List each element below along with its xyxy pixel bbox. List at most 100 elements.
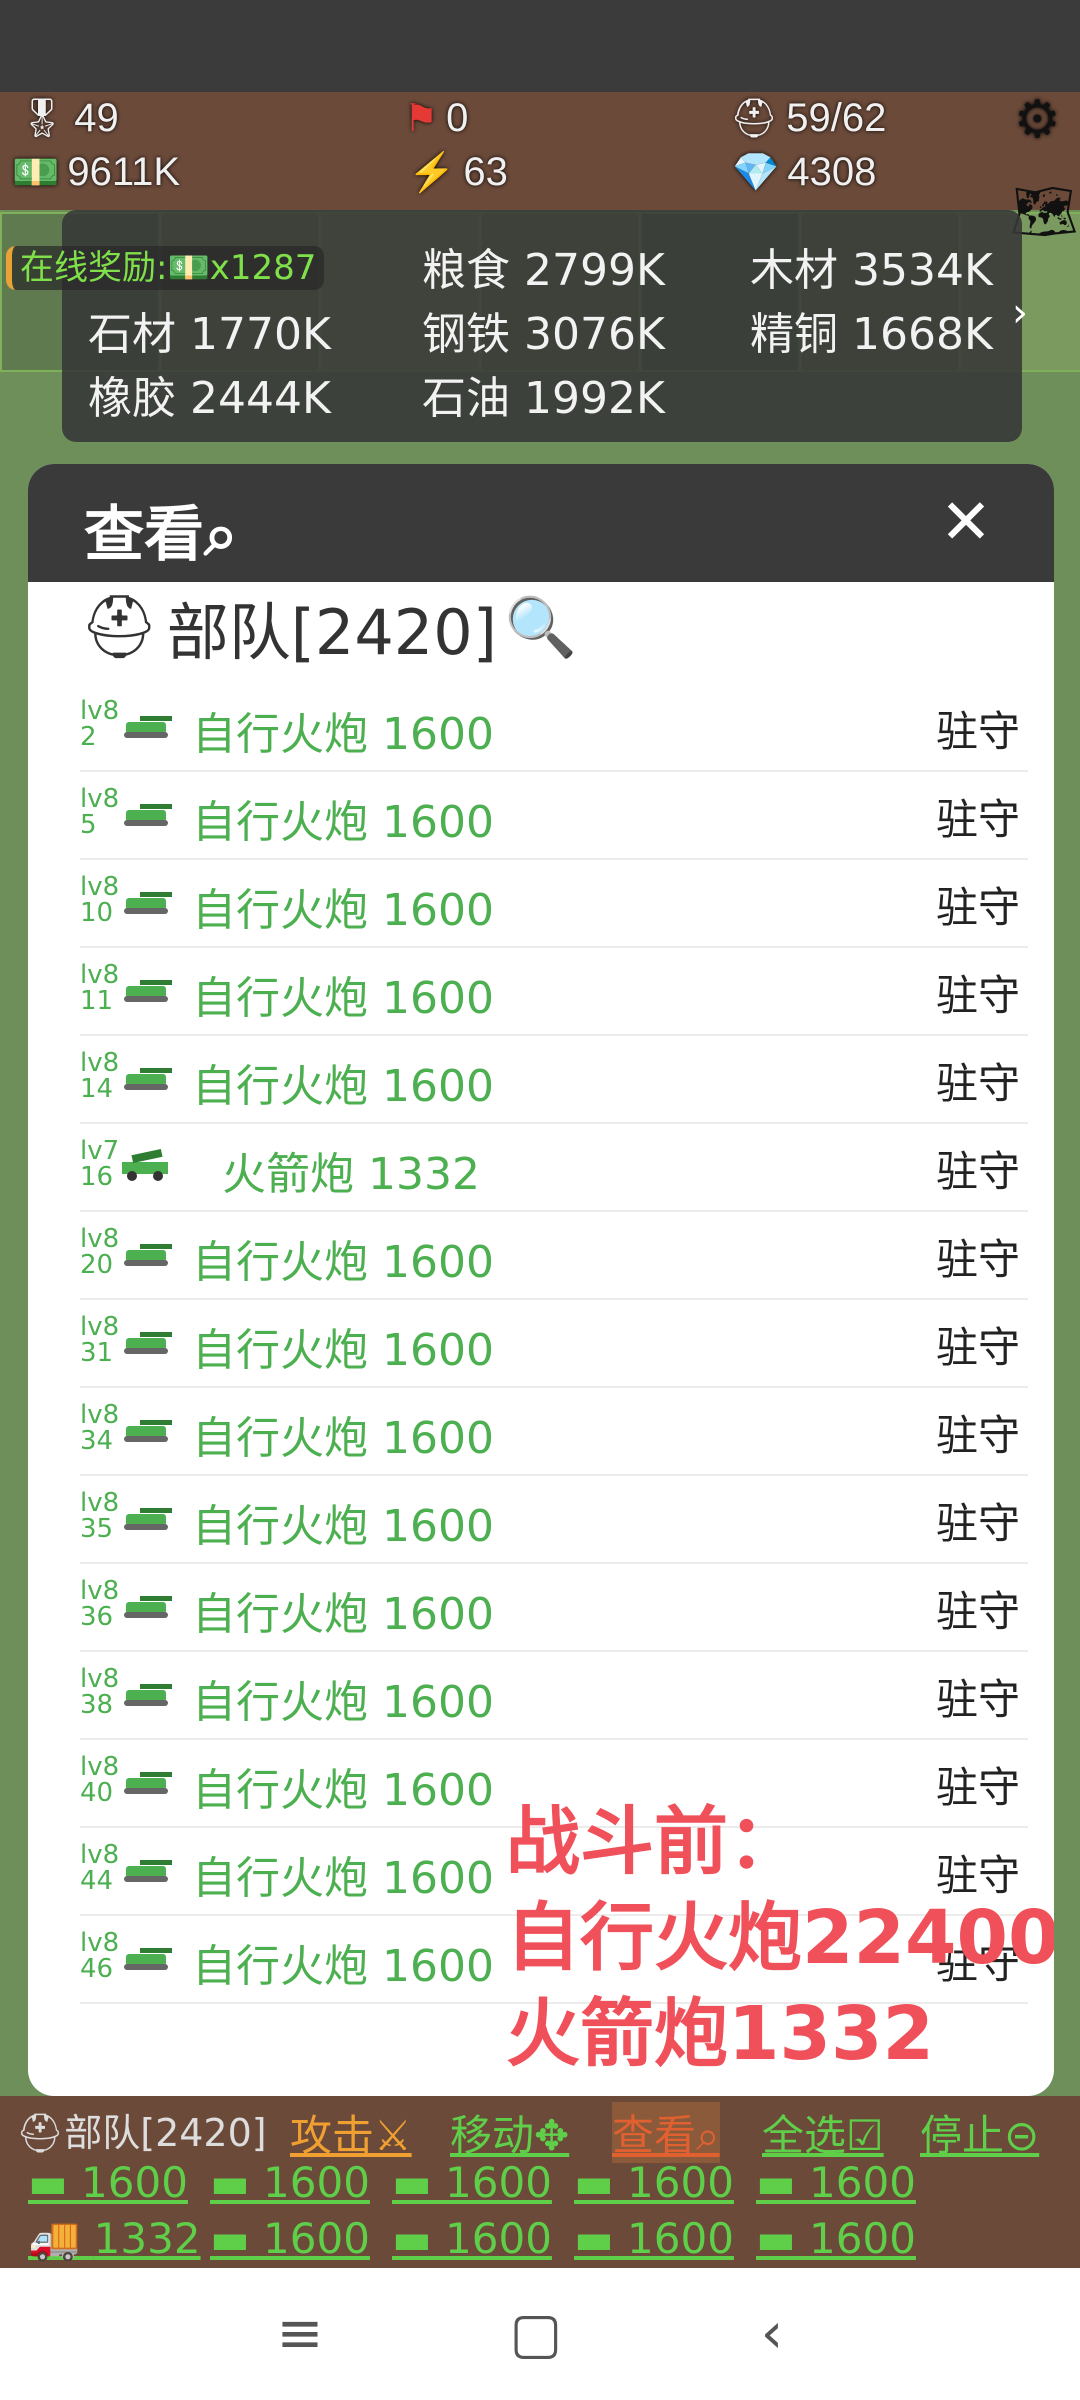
flag-value: 0 — [446, 96, 469, 140]
unit-chip[interactable]: ▬ 1600 — [756, 2158, 916, 2207]
unit-chip[interactable]: ▬ 1600 — [574, 2214, 734, 2263]
unit-name: 自行火炮 1600 — [192, 1853, 494, 1904]
chevron-right-icon[interactable]: › — [1012, 290, 1028, 336]
magnifier-icon[interactable]: 🔍 — [505, 598, 577, 656]
unit-chip-value: 1600 — [445, 2214, 552, 2263]
artillery-icon — [124, 804, 172, 826]
unit-row[interactable]: lv8 38 自行火炮 1600 驻守 — [80, 1652, 1028, 1740]
unit-slot-number: 14 — [80, 1074, 114, 1104]
medal-value: 49 — [74, 96, 119, 140]
unit-row[interactable]: lv7 16 火箭炮 1332 驻守 — [80, 1124, 1028, 1212]
unit-name: 火箭炮 1332 — [222, 1149, 480, 1200]
unit-level: lv8 20 — [80, 1226, 124, 1278]
unit-row[interactable]: lv8 34 自行火炮 1600 驻守 — [80, 1388, 1028, 1476]
unit-slot-number: 44 — [80, 1866, 114, 1896]
artillery-icon — [124, 1772, 172, 1794]
unit-slot-number: 10 — [80, 898, 114, 928]
select-all-button[interactable]: 全选☑ — [762, 2102, 884, 2163]
unit-status: 驻守 — [935, 883, 1020, 932]
unit-level-label: lv8 — [80, 1224, 120, 1254]
cash-value: 9611K — [67, 150, 181, 194]
flag-stat: ⚑ 0 — [404, 96, 468, 141]
unit-slot-number: 35 — [80, 1514, 114, 1544]
unit-chip[interactable]: 🚚 1332 — [28, 2214, 201, 2264]
unit-chip[interactable]: ▬ 1600 — [392, 2158, 552, 2207]
unit-row[interactable]: lv8 35 自行火炮 1600 驻守 — [80, 1476, 1028, 1564]
unit-name: 自行火炮 1600 — [192, 1677, 494, 1728]
home-nav-button[interactable]: ▢ — [498, 2296, 574, 2372]
unit-row[interactable]: lv8 14 自行火炮 1600 驻守 — [80, 1036, 1028, 1124]
artillery-icon — [124, 980, 172, 1002]
unit-chip-value: 1600 — [445, 2158, 552, 2207]
unit-level-label: lv8 — [80, 1400, 120, 1430]
unit-name: 自行火炮 1600 — [192, 1061, 494, 1112]
unit-slot-number: 34 — [80, 1426, 114, 1456]
unit-row[interactable]: lv8 10 自行火炮 1600 驻守 — [80, 860, 1028, 948]
unit-slot-number: 2 — [80, 722, 97, 752]
artillery-icon — [124, 892, 172, 914]
unit-chip-value: 1600 — [263, 2214, 370, 2263]
unit-name: 自行火炮 1600 — [192, 797, 494, 848]
unit-status: 驻守 — [935, 1675, 1020, 1724]
settings-button[interactable]: ⚙ — [1014, 94, 1061, 146]
unit-name: 自行火炮 1600 — [192, 1501, 494, 1552]
unit-level-label: lv8 — [80, 1576, 120, 1606]
unit-chip[interactable]: ▬ 1600 — [756, 2214, 916, 2263]
artillery-icon: ▬ — [392, 2214, 446, 2263]
unit-status: 驻守 — [935, 1499, 1020, 1548]
unit-row[interactable]: lv8 5 自行火炮 1600 驻守 — [80, 772, 1028, 860]
resources-panel: 粮食 2799K 木材 3534K 石材 1770K 钢铁 3076K 精铜 1… — [62, 210, 1028, 442]
attack-button[interactable]: 攻击⚔ — [290, 2102, 412, 2163]
unit-chip[interactable]: ▬ 1600 — [210, 2214, 370, 2263]
unit-chip[interactable]: ▬ 1600 — [392, 2214, 552, 2263]
unit-chip[interactable]: ▬ 1600 — [28, 2158, 188, 2207]
unit-level: lv8 31 — [80, 1314, 124, 1366]
gear-icon[interactable]: ⚙ — [1014, 94, 1061, 146]
unit-level: lv8 14 — [80, 1050, 124, 1102]
unit-row[interactable]: lv8 2 自行火炮 1600 驻守 — [80, 684, 1028, 772]
annotation-line: 火箭炮1332 — [506, 1991, 934, 2077]
unit-row[interactable]: lv8 36 自行火炮 1600 驻守 — [80, 1564, 1028, 1652]
close-button[interactable]: ✕ — [928, 484, 1004, 560]
unit-status: 驻守 — [935, 707, 1020, 756]
stop-button[interactable]: 停止⊝ — [920, 2102, 1039, 2163]
unit-level-label: lv8 — [80, 1752, 120, 1782]
unit-level: lv8 40 — [80, 1754, 124, 1806]
menu-icon[interactable]: ≡ — [277, 2301, 324, 2366]
view-button[interactable]: 查看⌕ — [612, 2102, 720, 2163]
artillery-icon — [124, 1860, 172, 1882]
energy-stat: ⚡ 63 — [408, 150, 508, 195]
system-nav-bar: ≡ ▢ ‹ — [0, 2268, 1080, 2400]
unit-name: 自行火炮 1600 — [192, 1325, 494, 1376]
online-reward-badge[interactable]: 在线奖励:💵x1287 — [6, 246, 325, 290]
unit-chip[interactable]: ▬ 1600 — [574, 2158, 734, 2207]
cash-stat: 💵 9611K — [12, 150, 180, 195]
unit-slot-number: 31 — [80, 1338, 114, 1368]
diamond-value: 4308 — [787, 150, 877, 194]
cash-icon: 💵 — [12, 151, 60, 194]
unit-status: 驻守 — [935, 1147, 1020, 1196]
back-nav-button[interactable]: ‹ — [734, 2296, 810, 2372]
troop-header-label: 部队[2420] — [166, 596, 497, 669]
unit-row[interactable]: lv8 31 自行火炮 1600 驻守 — [80, 1300, 1028, 1388]
artillery-icon — [124, 1420, 172, 1442]
diamond-stat: 💎 4308 — [732, 150, 876, 195]
artillery-icon — [124, 1244, 172, 1266]
unit-chip[interactable]: ▬ 1600 — [210, 2158, 370, 2207]
unit-status: 驻守 — [935, 1059, 1020, 1108]
resource-stone: 石材 1770K — [88, 309, 331, 360]
annotation-line: 战斗前： — [506, 1799, 802, 1885]
unit-row[interactable]: lv8 11 自行火炮 1600 驻守 — [80, 948, 1028, 1036]
troops-value: 59/62 — [786, 96, 887, 140]
back-icon[interactable]: ‹ — [761, 2301, 783, 2366]
artillery-icon — [124, 1068, 172, 1090]
unit-level-label: lv8 — [80, 1840, 120, 1870]
lightning-icon: ⚡ — [408, 151, 456, 194]
unit-level-label: lv7 — [80, 1136, 120, 1166]
menu-nav-button[interactable]: ≡ — [262, 2296, 338, 2372]
unit-chip-value: 1600 — [627, 2158, 734, 2207]
move-button[interactable]: 移动✥ — [450, 2102, 569, 2163]
unit-row[interactable]: lv8 20 自行火炮 1600 驻守 — [80, 1212, 1028, 1300]
unit-chip-value: 1600 — [809, 2158, 916, 2207]
square-icon[interactable]: ▢ — [510, 2301, 563, 2366]
